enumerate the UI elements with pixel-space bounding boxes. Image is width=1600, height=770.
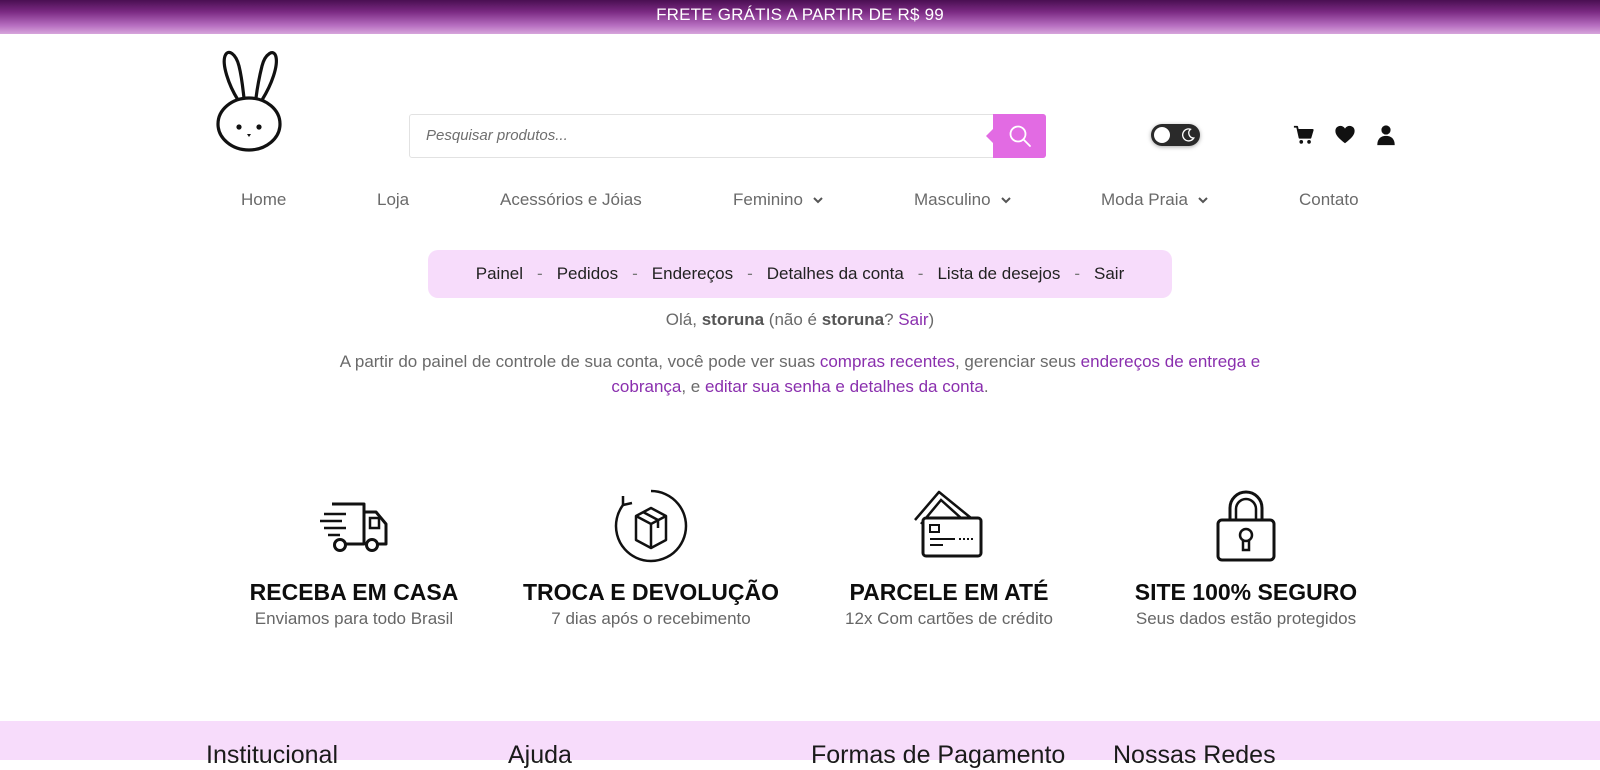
account-navigation: Painel - Pedidos - Endereços - Detalhes … (428, 250, 1172, 298)
feature-text: 12x Com cartões de crédito (845, 609, 1053, 628)
feature-delivery: RECEBA EM CASA Enviamos para todo Brasil (224, 488, 484, 630)
search-input[interactable] (410, 115, 980, 155)
nav-feminino-label: Feminino (733, 190, 803, 209)
username: storuna (701, 310, 765, 329)
greeting-hello: Olá, (665, 310, 697, 329)
search-bar (409, 114, 1046, 158)
theme-toggle[interactable] (1151, 124, 1200, 146)
intro-text: A partir do painel de controle de sua co… (339, 352, 816, 371)
box-return-icon (614, 489, 688, 563)
feature-security: SITE 100% SEGURO Seus dados estão proteg… (1116, 488, 1376, 630)
user-icon[interactable] (1375, 124, 1397, 146)
greeting-question: ? (884, 310, 894, 329)
greeting-logout-link[interactable]: Sair (898, 310, 928, 329)
feature-title: SITE 100% SEGURO (1134, 579, 1358, 605)
search-icon (1009, 125, 1031, 147)
separator: - (1074, 264, 1081, 283)
chevron-down-icon (1000, 196, 1011, 203)
account-nav-sair[interactable]: Sair (1094, 264, 1124, 284)
feature-text: Enviamos para todo Brasil (254, 609, 454, 628)
feature-return: TROCA E DEVOLUÇÃO 7 dias após o recebime… (521, 488, 781, 630)
nav-masculino-label: Masculino (914, 190, 991, 209)
truck-icon (320, 502, 388, 552)
feature-title: PARCELE EM ATÉ (849, 579, 1049, 605)
intro-text: , gerenciar seus (954, 352, 1076, 371)
dashboard-intro: A partir do painel de controle de sua co… (330, 349, 1270, 399)
intro-text: . (983, 377, 989, 396)
promo-banner-text: FRETE GRÁTIS A PARTIR DE R$ 99 (656, 5, 944, 24)
footer-heading-redes: Nossas Redes (1113, 741, 1276, 769)
recent-orders-link[interactable]: compras recentes (820, 352, 955, 371)
nav-home-label: Home (241, 190, 287, 209)
heart-icon[interactable] (1334, 124, 1356, 146)
account-nav-desejos[interactable]: Lista de desejos (937, 264, 1060, 284)
feature-title: RECEBA EM CASA (249, 579, 459, 605)
nav-moda-praia[interactable]: Moda Praia (1101, 190, 1208, 210)
greeting-close: ) (928, 310, 935, 329)
footer-heading-ajuda: Ajuda (508, 741, 572, 769)
nav-loja[interactable]: Loja (377, 190, 409, 210)
credit-card-icon (914, 490, 983, 558)
username: storuna (821, 310, 885, 329)
search-button[interactable] (986, 114, 1046, 158)
feature-installments: PARCELE EM ATÉ 12x Com cartões de crédit… (819, 488, 1079, 630)
site-header (0, 34, 1600, 169)
edit-account-link[interactable]: editar sua senha e detalhes da conta (705, 377, 984, 396)
nav-masculino[interactable]: Masculino (914, 190, 1011, 210)
padlock-icon (1216, 490, 1276, 562)
nav-contato[interactable]: Contato (1299, 190, 1359, 210)
nav-loja-label: Loja (377, 190, 410, 209)
nav-moda-praia-label: Moda Praia (1101, 190, 1188, 209)
nav-home[interactable]: Home (241, 190, 286, 210)
feature-text: Seus dados estão protegidos (1135, 609, 1357, 628)
promo-banner: FRETE GRÁTIS A PARTIR DE R$ 99 (0, 0, 1600, 34)
footer-heading-pagamento: Formas de Pagamento (811, 741, 1066, 769)
separator: - (747, 264, 753, 283)
separator: - (537, 264, 543, 283)
chevron-down-icon (813, 196, 823, 203)
account-nav-detalhes[interactable]: Detalhes da conta (767, 264, 904, 284)
separator: - (917, 264, 924, 283)
site-footer: Institucional Ajuda Formas de Pagamento … (0, 721, 1600, 769)
toggle-knob (1154, 127, 1170, 143)
main-nav: Home Loja Acessórios e Jóias Feminino Ma… (0, 190, 1600, 220)
nav-feminino[interactable]: Feminino (733, 190, 823, 210)
feature-text: 7 dias após o recebimento (551, 609, 751, 628)
footer-heading-institucional: Institucional (206, 741, 339, 769)
account-nav-enderecos[interactable]: Endereços (652, 264, 733, 284)
feature-title: TROCA E DEVOLUÇÃO (523, 579, 779, 605)
account-nav-pedidos[interactable]: Pedidos (557, 264, 618, 284)
greeting: Olá, storuna (não é storuna? Sair) (0, 310, 1600, 330)
bunny-logo[interactable] (214, 48, 284, 154)
chevron-down-icon (1198, 196, 1208, 203)
nav-acessorios-label: Acessórios e Jóias (500, 190, 642, 209)
moon-icon (1182, 128, 1195, 142)
intro-text: , e (681, 377, 701, 396)
account-nav-painel[interactable]: Painel (476, 264, 523, 284)
nav-contato-label: Contato (1299, 190, 1359, 209)
greeting-not-you: (não é (768, 310, 817, 329)
cart-icon[interactable] (1293, 124, 1315, 146)
separator: - (632, 264, 638, 283)
nav-acessorios[interactable]: Acessórios e Jóias (500, 190, 642, 210)
